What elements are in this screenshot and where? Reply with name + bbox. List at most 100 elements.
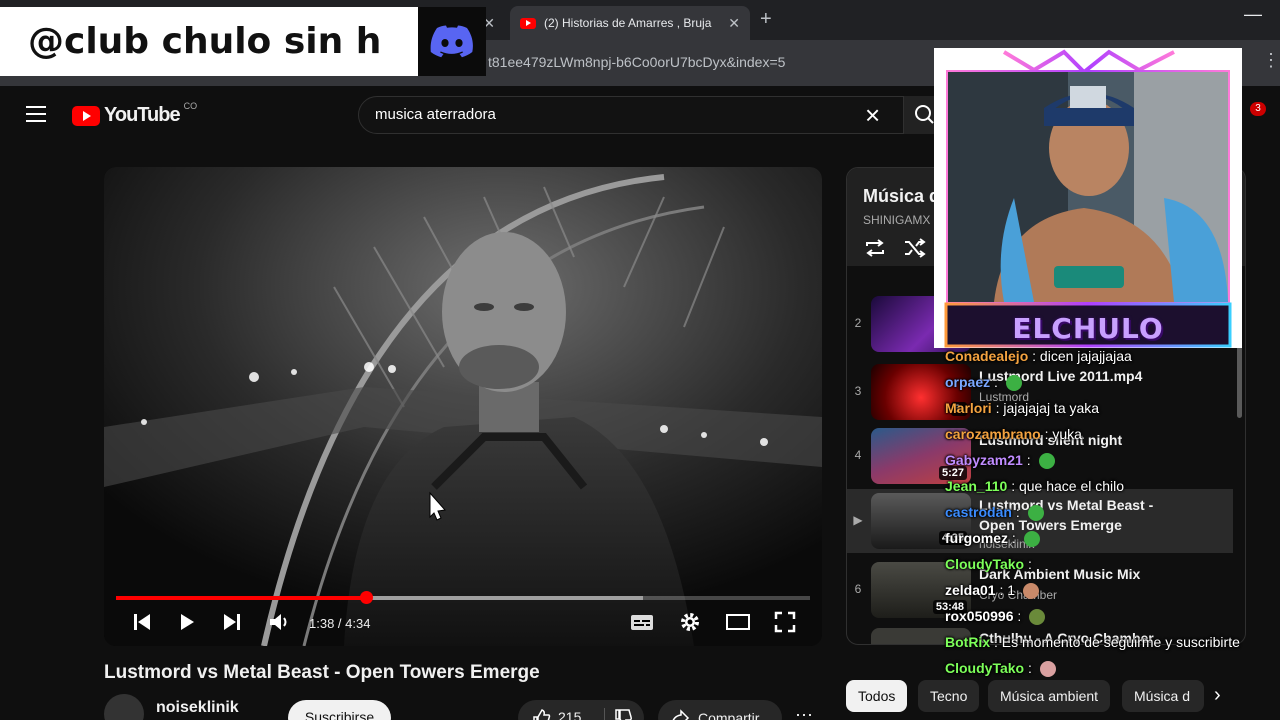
- close-icon[interactable]: ✕: [728, 15, 740, 32]
- emote-icon: [1005, 375, 1022, 392]
- chat-username: rox050996: [945, 608, 1014, 624]
- chat-message: rox050996 :: [945, 608, 1046, 626]
- chat-message: zelda01 : 1: [945, 582, 1039, 600]
- playlist-item-index: 3: [854, 384, 862, 398]
- chat-username: furgomez: [945, 530, 1008, 546]
- share-label: Compartir: [698, 710, 760, 720]
- subtitles-icon[interactable]: [630, 611, 654, 633]
- playlist-owner[interactable]: SHINIGAMX -: [863, 213, 938, 227]
- played-bar: [116, 596, 366, 600]
- theater-mode-icon[interactable]: [725, 611, 751, 633]
- minimize-window-icon[interactable]: —: [1244, 4, 1262, 25]
- seek-scrubber[interactable]: [359, 591, 373, 604]
- stream-chat-overlay: Conadealejo : dicen jajajjajaa orpaez : …: [945, 346, 1280, 686]
- next-icon[interactable]: [222, 611, 242, 633]
- new-tab-button[interactable]: +: [760, 8, 772, 31]
- chat-message: Gabyzam21 :: [945, 452, 1055, 470]
- playlist-item-index: 4: [854, 448, 862, 462]
- playlist-item-index: ▶: [853, 513, 863, 527]
- chat-username: Conadealejo: [945, 348, 1029, 364]
- channel-name[interactable]: noiseklinik: [156, 699, 239, 717]
- chip-todos[interactable]: Todos: [846, 680, 908, 712]
- clear-search-icon[interactable]: ×: [865, 102, 880, 128]
- emote-icon: [1027, 505, 1044, 522]
- emote-icon: [1029, 609, 1046, 626]
- streamer-handle: @club chulo sin h: [28, 21, 382, 62]
- notification-count-badge[interactable]: 3: [1250, 102, 1266, 116]
- chat-username: castrodan: [945, 504, 1012, 520]
- youtube-play-logo-icon: [72, 105, 100, 126]
- streamer-name-banner: ELCHULO: [934, 306, 1242, 348]
- chat-text: :: [1027, 660, 1032, 676]
- volume-icon[interactable]: [268, 611, 292, 633]
- browser-tab-active[interactable]: (2) Historias de Amarres , Bruja ✕: [510, 6, 750, 40]
- youtube-logo[interactable]: YouTube CO: [72, 100, 198, 127]
- emote-icon: [1022, 583, 1039, 600]
- chat-username: orpaez: [945, 374, 991, 390]
- seek-bar[interactable]: [116, 591, 810, 604]
- video-title: Lustmord vs Metal Beast - Open Towers Em…: [104, 662, 540, 683]
- chat-username: CloudyTako: [945, 556, 1025, 572]
- chat-message: Conadealejo : dicen jajajjajaa: [945, 348, 1132, 364]
- chat-text: :: [994, 374, 998, 390]
- tab-title: (2) Historias de Amarres , Bruja: [544, 16, 712, 30]
- chat-message: castrodan :: [945, 504, 1044, 522]
- chat-text: : jajajajaj ta yaka: [995, 400, 1100, 416]
- video-player[interactable]: 1:38 / 4:34: [104, 167, 822, 646]
- playlist-title[interactable]: Música d: [863, 186, 940, 207]
- divider: [604, 708, 605, 720]
- streamer-name: ELCHULO: [1012, 312, 1164, 345]
- chat-text: :: [1026, 452, 1031, 468]
- chat-message: furgomez :: [945, 530, 1040, 548]
- chat-message: Marlori : jajajajaj ta yaka: [945, 400, 1099, 416]
- chat-message: Jean_110 : que hace el chilo: [945, 478, 1124, 494]
- chat-text: : dicen jajajjajaa: [1032, 348, 1132, 364]
- settings-gear-icon[interactable]: [679, 611, 701, 633]
- emote-icon: [1023, 531, 1040, 548]
- chat-text: : que hace el chilo: [1011, 478, 1125, 494]
- playlist-item-index: 2: [854, 316, 862, 330]
- playlist-item-index: 6: [854, 582, 862, 596]
- webcam-frame: [944, 49, 1232, 348]
- chat-username: zelda01: [945, 582, 996, 598]
- previous-icon[interactable]: [132, 611, 152, 633]
- chat-text: :: [1027, 556, 1032, 572]
- youtube-wordmark: YouTube: [104, 104, 181, 126]
- fullscreen-icon[interactable]: [774, 611, 796, 633]
- hamburger-menu-icon[interactable]: [26, 106, 46, 122]
- discord-logo-icon: [418, 7, 486, 76]
- country-code: CO: [183, 100, 198, 111]
- chat-message: CloudyTako :: [945, 660, 1056, 678]
- shuffle-icon[interactable]: [903, 238, 927, 258]
- player-controls: 1:38 / 4:34: [104, 607, 822, 641]
- chat-username: BotRix: [945, 634, 991, 650]
- chevron-right-icon[interactable]: ›: [1214, 684, 1221, 707]
- chat-text: :: [1011, 530, 1016, 546]
- url-text[interactable]: t81ee479zLWm8npj-b6Co0orU7bcDyx&index=5: [488, 54, 785, 70]
- chat-text: :: [1015, 504, 1020, 520]
- chat-username: Marlori: [945, 400, 992, 416]
- play-icon[interactable]: [178, 611, 196, 633]
- chat-text: : Es momento de seguirme y suscribirte: [994, 634, 1240, 650]
- emote-icon: [1039, 661, 1056, 678]
- share-button[interactable]: Compartir: [658, 700, 782, 720]
- subscribe-button[interactable]: Suscribirse: [288, 700, 391, 720]
- emote-icon: [1038, 453, 1055, 470]
- chat-message: orpaez :: [945, 374, 1022, 392]
- search-input[interactable]: [375, 106, 855, 123]
- chat-text: :: [1017, 608, 1022, 624]
- dislike-icon[interactable]: [614, 708, 634, 720]
- chat-message: BotRix : Es momento de seguirme y suscri…: [945, 634, 1240, 650]
- streamer-handle-banner: @club chulo sin h: [0, 7, 418, 76]
- loop-icon[interactable]: [863, 238, 887, 258]
- chat-message: CloudyTako :: [945, 556, 1032, 572]
- video-frame[interactable]: [104, 167, 822, 646]
- chat-message: carozambrano : yuka: [945, 426, 1082, 442]
- browser-menu-icon[interactable]: ⋮: [1262, 50, 1280, 71]
- more-actions-icon[interactable]: ⋯: [790, 700, 818, 720]
- youtube-favicon-icon: [520, 17, 536, 29]
- search-box: ×: [358, 96, 904, 134]
- channel-avatar[interactable]: [104, 694, 144, 720]
- like-icon[interactable]: [532, 708, 552, 720]
- chat-username: Gabyzam21: [945, 452, 1023, 468]
